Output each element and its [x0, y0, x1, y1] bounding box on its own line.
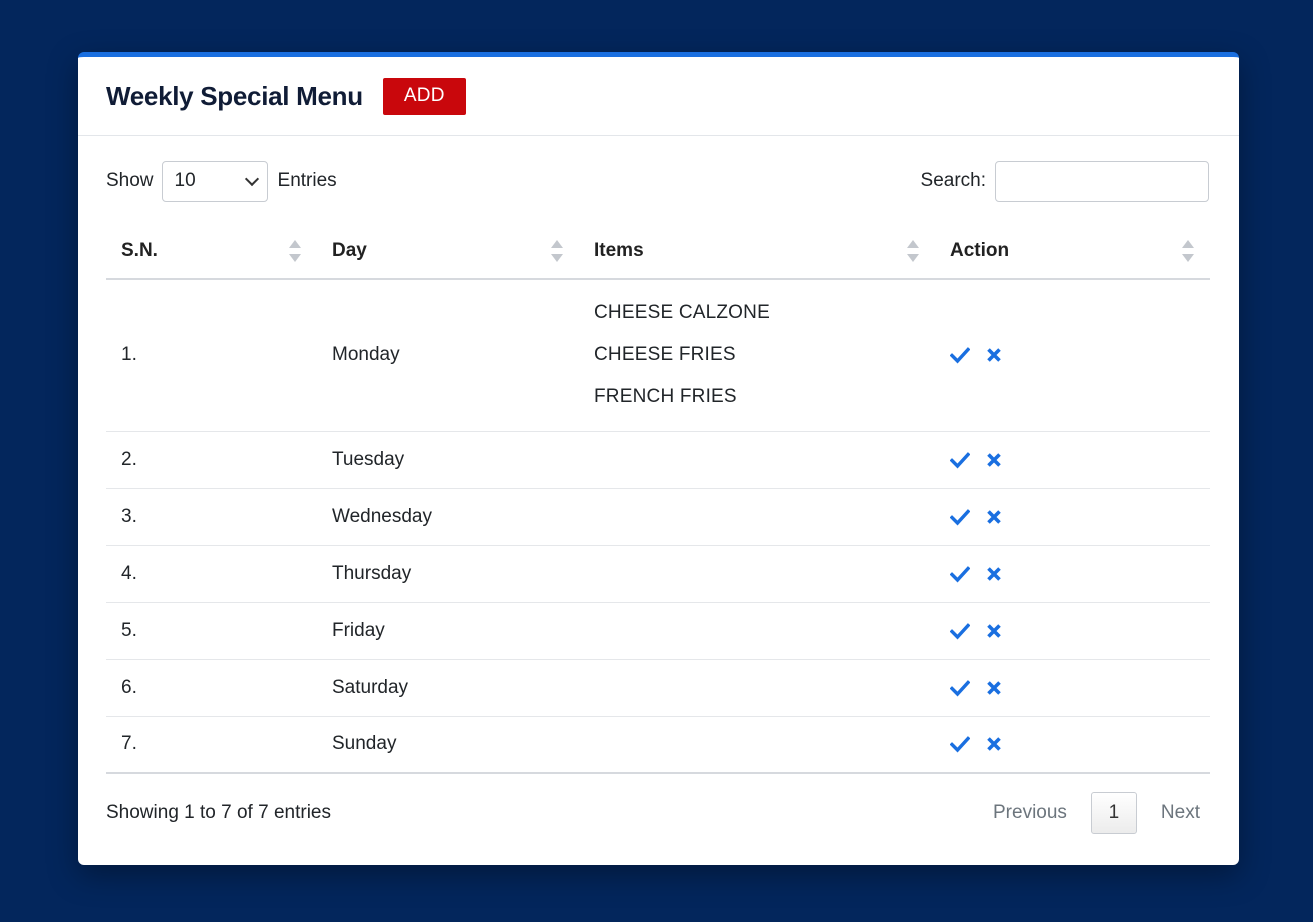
cell-action — [935, 279, 1210, 432]
close-icon[interactable] — [984, 450, 1004, 470]
cell-day: Friday — [317, 602, 579, 660]
column-header-label: Day — [332, 240, 367, 261]
table-header-row: S.N. Day Items Action — [106, 224, 1210, 280]
check-icon[interactable] — [950, 734, 970, 754]
check-icon[interactable] — [950, 621, 970, 641]
current-page-button[interactable]: 1 — [1090, 792, 1137, 834]
row-actions — [950, 345, 1210, 365]
menu-table: S.N. Day Items Action 1. Monday CHEESE CAL… — [106, 224, 1210, 774]
table-controls: Show 10 Entries Search: — [106, 160, 1209, 202]
entries-select[interactable]: 10 — [161, 160, 268, 202]
cell-sn: 5. — [106, 602, 317, 660]
cell-day: Tuesday — [317, 431, 579, 489]
table-row: 2. Tuesday — [106, 431, 1210, 489]
entries-select-value: 10 — [174, 170, 196, 191]
column-header-day[interactable]: Day — [317, 224, 579, 280]
cell-sn: 7. — [106, 716, 317, 774]
menu-card: Weekly Special Menu ADD Show 10 Entries … — [78, 52, 1239, 865]
column-header-label: Items — [594, 240, 644, 261]
table-row: 3. Wednesday — [106, 488, 1210, 546]
menu-item: CHEESE CALZONE — [594, 302, 770, 324]
cell-sn: 3. — [106, 488, 317, 546]
column-header-items[interactable]: Items — [579, 224, 935, 280]
check-icon[interactable] — [950, 507, 970, 527]
cell-day: Thursday — [317, 545, 579, 603]
column-header-label: Action — [950, 240, 1010, 261]
card-header: Weekly Special Menu ADD — [78, 57, 1239, 136]
search-control: Search: — [920, 160, 1209, 202]
next-page-button[interactable]: Next — [1152, 802, 1209, 824]
cell-sn: 4. — [106, 545, 317, 603]
table-body: 1. Monday CHEESE CALZONE CHEESE FRIES FRENCH… — [106, 279, 1210, 774]
pagination: Previous 1 Next — [984, 792, 1209, 834]
items-list: CHEESE CALZONE CHEESE FRIES FRENCH FRIES — [594, 292, 935, 418]
cell-action — [935, 659, 1210, 717]
close-icon[interactable] — [984, 621, 1004, 641]
menu-item: FRENCH FRIES — [594, 386, 737, 408]
check-icon[interactable] — [950, 564, 970, 584]
search-input[interactable] — [995, 160, 1209, 202]
cell-sn: 2. — [106, 431, 317, 489]
entries-length-control: Show 10 Entries — [106, 160, 337, 202]
menu-item: CHEESE FRIES — [594, 344, 736, 366]
entries-label: Entries — [277, 170, 337, 191]
table-row: 7. Sunday — [106, 716, 1210, 774]
cell-day: Sunday — [317, 716, 579, 774]
cell-day: Saturday — [317, 659, 579, 717]
row-actions — [950, 564, 1210, 584]
cell-action — [935, 431, 1210, 489]
close-icon[interactable] — [984, 507, 1004, 527]
chevron-down-icon — [244, 171, 259, 186]
previous-page-button[interactable]: Previous — [984, 802, 1076, 824]
entries-info: Showing 1 to 7 of 7 entries — [106, 802, 331, 823]
row-actions — [950, 678, 1210, 698]
table-row: 6. Saturday — [106, 659, 1210, 717]
cell-items — [579, 545, 935, 603]
cell-sn: 1. — [106, 279, 317, 432]
row-actions — [950, 621, 1210, 641]
row-actions — [950, 734, 1210, 754]
check-icon[interactable] — [950, 678, 970, 698]
cell-action — [935, 716, 1210, 774]
cell-items — [579, 716, 935, 774]
check-icon[interactable] — [950, 450, 970, 470]
show-label: Show — [106, 170, 154, 191]
table-footer: Showing 1 to 7 of 7 entries Previous 1 N… — [106, 790, 1209, 836]
table-row: 4. Thursday — [106, 545, 1210, 603]
cell-day: Wednesday — [317, 488, 579, 546]
sort-icon — [289, 240, 301, 262]
cell-items — [579, 431, 935, 489]
column-header-action[interactable]: Action — [935, 224, 1210, 280]
table-row: 1. Monday CHEESE CALZONE CHEESE FRIES FRENCH… — [106, 279, 1210, 432]
close-icon[interactable] — [984, 734, 1004, 754]
close-icon[interactable] — [984, 345, 1004, 365]
search-label: Search: — [920, 170, 986, 191]
cell-items — [579, 659, 935, 717]
cell-action — [935, 602, 1210, 660]
sort-icon — [907, 240, 919, 262]
sort-icon — [551, 240, 563, 262]
row-actions — [950, 507, 1210, 527]
close-icon[interactable] — [984, 564, 1004, 584]
cell-items: CHEESE CALZONE CHEESE FRIES FRENCH FRIES — [579, 279, 935, 432]
column-header-label: S.N. — [121, 240, 158, 261]
cell-day: Monday — [317, 279, 579, 432]
sort-icon — [1182, 240, 1194, 262]
check-icon[interactable] — [950, 345, 970, 365]
cell-sn: 6. — [106, 659, 317, 717]
page-title: Weekly Special Menu — [106, 80, 363, 111]
table-row: 5. Friday — [106, 602, 1210, 660]
cell-action — [935, 488, 1210, 546]
cell-items — [579, 602, 935, 660]
cell-action — [935, 545, 1210, 603]
column-header-sn[interactable]: S.N. — [106, 224, 317, 280]
row-actions — [950, 450, 1210, 470]
cell-items — [579, 488, 935, 546]
add-button[interactable]: ADD — [382, 77, 466, 115]
close-icon[interactable] — [984, 678, 1004, 698]
